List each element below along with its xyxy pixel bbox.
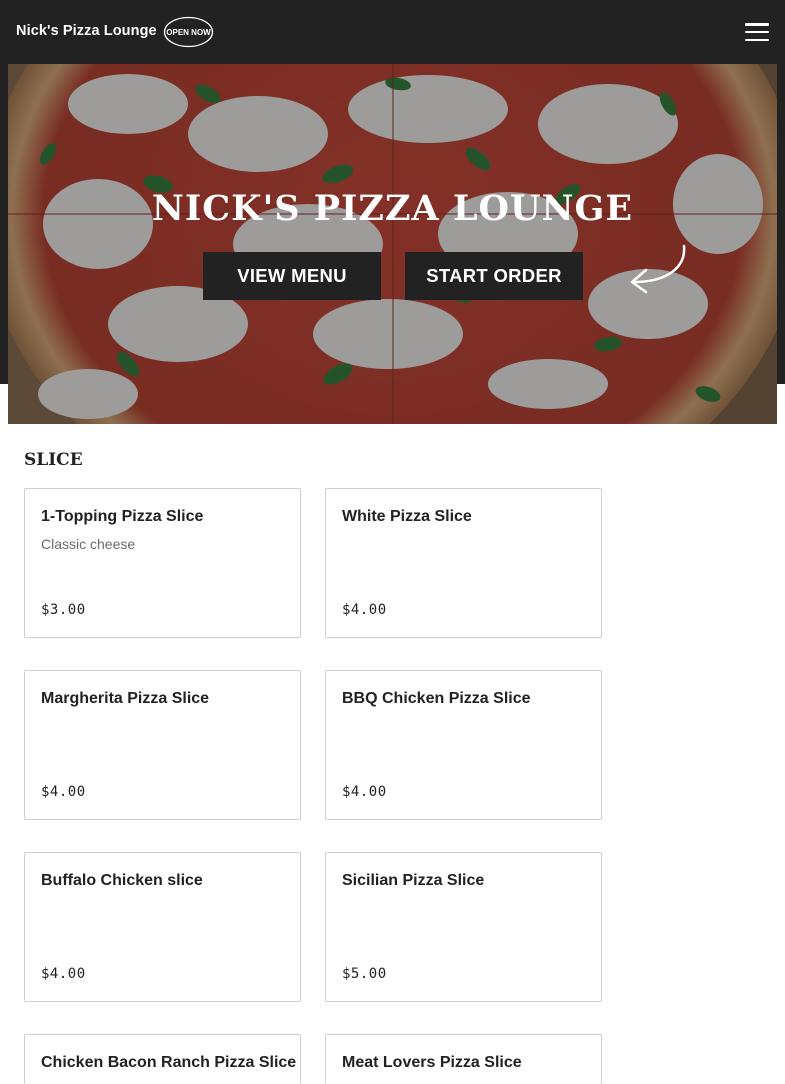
menu-item-name: Margherita Pizza Slice bbox=[41, 690, 210, 707]
top-navigation-bar: Nick's Pizza Lounge OPEN NOW bbox=[0, 0, 785, 64]
menu-item-price: $3.00 bbox=[41, 602, 86, 618]
menu-item-name: Chicken Bacon Ranch Pizza Slice bbox=[41, 1054, 297, 1071]
view-menu-button[interactable]: VIEW MENU bbox=[203, 252, 381, 300]
menu-item-price: $4.00 bbox=[41, 784, 86, 800]
menu-item-name: White Pizza Slice bbox=[342, 508, 472, 525]
menu-item-price: $4.00 bbox=[41, 966, 86, 982]
menu-item-name: Buffalo Chicken slice bbox=[41, 872, 203, 889]
open-badge-text: OPEN NOW bbox=[166, 28, 211, 37]
menu-item-card[interactable]: 1-Topping Pizza Slice Classic cheese $3.… bbox=[24, 488, 301, 638]
menu-item-card[interactable]: Margherita Pizza Slice $4.00 bbox=[24, 670, 301, 820]
menu-item-name: 1-Topping Pizza Slice bbox=[41, 508, 204, 525]
menu-item-price: $4.00 bbox=[342, 784, 387, 800]
menu-item-card[interactable]: Chicken Bacon Ranch Pizza Slice bbox=[24, 1034, 301, 1084]
curved-arrow-icon bbox=[630, 244, 686, 294]
section-title: SLICE bbox=[24, 450, 83, 470]
menu-item-name: Sicilian Pizza Slice bbox=[342, 872, 485, 889]
brand-name[interactable]: Nick's Pizza Lounge bbox=[16, 23, 157, 39]
hamburger-menu-icon[interactable] bbox=[744, 20, 770, 44]
menu-item-price: $5.00 bbox=[342, 966, 387, 982]
menu-item-description: Classic cheese bbox=[41, 536, 136, 552]
menu-item-price: $4.00 bbox=[342, 602, 387, 618]
start-order-button[interactable]: START ORDER bbox=[405, 252, 583, 300]
menu-item-card[interactable]: Buffalo Chicken slice $4.00 bbox=[24, 852, 301, 1002]
menu-item-card[interactable]: BBQ Chicken Pizza Slice $4.00 bbox=[325, 670, 602, 820]
menu-item-card[interactable]: White Pizza Slice $4.00 bbox=[325, 488, 602, 638]
menu-item-card[interactable]: Sicilian Pizza Slice $5.00 bbox=[325, 852, 602, 1002]
hero-title: NICK'S PIZZA LOUNGE bbox=[151, 188, 634, 229]
menu-item-name: Meat Lovers Pizza Slice bbox=[342, 1054, 522, 1071]
open-now-badge: OPEN NOW bbox=[163, 16, 214, 48]
hero-banner: NICK'S PIZZA LOUNGE VIEW MENU START ORDE… bbox=[8, 64, 777, 424]
menu-item-card[interactable]: Meat Lovers Pizza Slice bbox=[325, 1034, 602, 1084]
menu-item-name: BBQ Chicken Pizza Slice bbox=[342, 690, 531, 707]
